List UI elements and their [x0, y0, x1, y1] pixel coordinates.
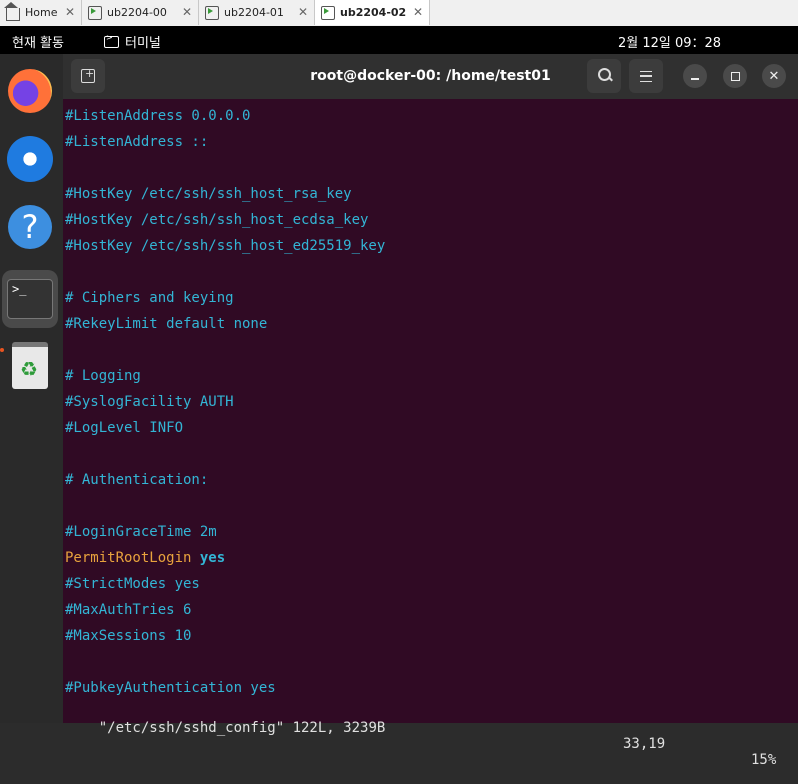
terminal-line: #LogLevel INFO	[65, 420, 184, 436]
vm-tab-bar: Home ✕ ub2204-00 ✕ ub2204-01 ✕ ub2204-02…	[0, 0, 798, 27]
status-cursor-position: 33,19	[623, 736, 666, 752]
terminal-line: #HostKey /etc/ssh/ssh_host_ed25519_key	[65, 238, 386, 254]
terminal-content[interactable]: #ListenAddress 0.0.0.0#ListenAddress :: #…	[65, 106, 795, 704]
terminal-line: PermitRootLogin yes	[65, 548, 795, 574]
app-name: 터미널	[125, 36, 161, 51]
terminal-line: # Authentication:	[65, 472, 209, 488]
home-icon	[4, 2, 20, 21]
dock-thunderbird[interactable]	[5, 134, 55, 184]
tab-ub2204-02[interactable]: ub2204-02 ✕	[315, 0, 430, 25]
vm-icon	[205, 5, 219, 20]
dock-help[interactable]: ?	[5, 202, 55, 252]
minimize-button[interactable]	[683, 64, 707, 88]
search-icon	[597, 67, 613, 81]
running-indicator	[0, 348, 4, 352]
gnome-top-bar: 현재 활동 터미널 2월 12일 09：28	[0, 26, 798, 54]
close-icon[interactable]: ✕	[413, 5, 423, 19]
tab-label: ub2204-00	[107, 6, 167, 19]
activities-button[interactable]: 현재 활동	[12, 32, 64, 51]
status-percent: 15%	[751, 752, 777, 768]
terminal-window: + root@docker-00: /home/test01 ✕ #Listen…	[63, 54, 798, 768]
help-icon: ?	[8, 205, 52, 249]
close-icon[interactable]: ✕	[65, 5, 75, 19]
menu-button[interactable]	[629, 59, 663, 93]
tab-home[interactable]: Home ✕	[0, 0, 82, 25]
terminal-line: #ListenAddress ::	[65, 134, 209, 150]
terminal-line: #MaxSessions 10	[65, 628, 192, 644]
terminal-line: #HostKey /etc/ssh/ssh_host_rsa_key	[65, 186, 352, 202]
close-window-button[interactable]: ✕	[762, 64, 786, 88]
terminal-line: #SyslogFacility AUTH	[65, 394, 234, 410]
terminal-line: #ListenAddress 0.0.0.0	[65, 108, 251, 124]
firefox-icon	[8, 69, 52, 113]
dock: ? >_ ♻	[0, 54, 63, 723]
dock-firefox[interactable]	[5, 66, 55, 116]
terminal-line: #RekeyLimit default none	[65, 316, 268, 332]
thunderbird-icon	[7, 136, 53, 182]
dock-terminal[interactable]: >_	[2, 270, 58, 328]
terminal-line: #HostKey /etc/ssh/ssh_host_ecdsa_key	[65, 212, 369, 228]
minimize-icon	[691, 78, 699, 80]
terminal-line: #LoginGraceTime 2m	[65, 524, 217, 540]
vm-icon	[321, 5, 335, 20]
hamburger-icon	[640, 70, 652, 82]
tab-ub2204-00[interactable]: ub2204-00 ✕	[82, 0, 199, 25]
search-button[interactable]	[587, 59, 621, 93]
trash-icon: ♻	[12, 341, 48, 389]
config-value: yes	[199, 550, 226, 566]
dock-trash[interactable]: ♻	[5, 340, 55, 390]
terminal-line: # Logging	[65, 368, 141, 384]
status-file: "/etc/ssh/sshd_config" 122L, 3239B	[98, 720, 386, 736]
terminal-line: #MaxAuthTries 6	[65, 602, 192, 618]
close-icon[interactable]: ✕	[298, 5, 308, 19]
tab-ub2204-01[interactable]: ub2204-01 ✕	[199, 0, 315, 25]
vm-icon	[88, 5, 102, 20]
maximize-button[interactable]	[723, 64, 747, 88]
tab-label: ub2204-01	[224, 6, 284, 19]
tab-label: ub2204-02	[340, 6, 407, 19]
vim-status-line: "/etc/ssh/sshd_config" 122L, 3239B 33,19…	[65, 704, 795, 768]
maximize-icon	[730, 71, 740, 81]
config-key: PermitRootLogin	[65, 550, 192, 566]
app-menu[interactable]: 터미널	[104, 32, 161, 51]
clock[interactable]: 2월 12일 09：28	[618, 32, 721, 51]
terminal-line: #StrictModes yes	[65, 576, 200, 592]
terminal-line: # Ciphers and keying	[65, 290, 234, 306]
close-icon: ✕	[768, 68, 780, 84]
close-icon[interactable]: ✕	[182, 5, 192, 19]
terminal-line: #PubkeyAuthentication yes	[65, 680, 276, 696]
terminal-icon	[104, 33, 119, 48]
tab-label: Home	[25, 6, 58, 19]
terminal-header: + root@docker-00: /home/test01 ✕	[63, 54, 798, 99]
terminal-icon: >_	[7, 279, 53, 319]
